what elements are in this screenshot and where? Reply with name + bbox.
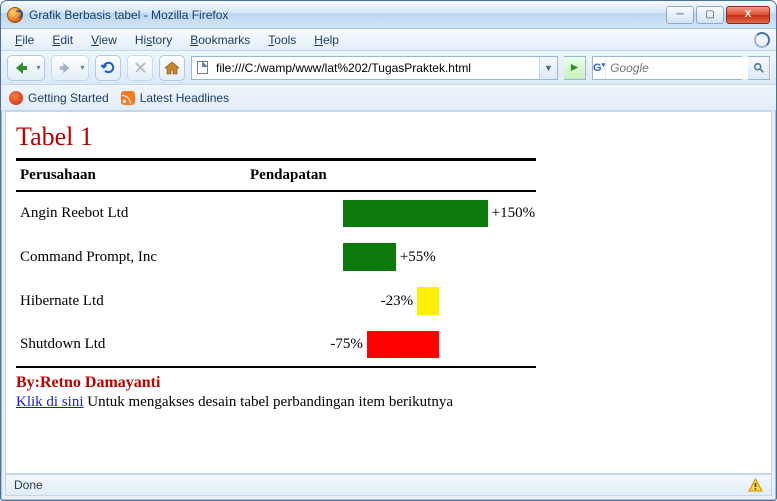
company-cell: Angin Reebot Ltd (16, 191, 246, 235)
nav-toolbar: ▾ ▾ ▼ G▾ (1, 51, 776, 85)
graph-cell: -75% (246, 323, 536, 367)
search-bar: G▾ (592, 56, 742, 80)
forward-history-dropdown[interactable]: ▾ (77, 55, 89, 81)
window-title: Grafik Berbasis tabel - Mozilla Firefox (29, 8, 228, 22)
url-dropdown[interactable]: ▼ (539, 57, 557, 79)
search-button[interactable] (748, 56, 770, 80)
close-button[interactable]: X (726, 6, 770, 24)
maximize-button[interactable]: ▢ (696, 6, 724, 24)
bookmark-label: Latest Headlines (140, 91, 229, 105)
bar-label: +150% (488, 205, 539, 222)
bookmark-icon (9, 91, 23, 105)
table-row: Command Prompt, Inc +55% (16, 235, 536, 279)
bar-label: -23% (377, 293, 418, 310)
menubar: File Edit View History Bookmarks Tools H… (1, 29, 776, 51)
rss-icon (121, 91, 135, 105)
reload-icon (101, 60, 116, 75)
activity-throbber-icon (754, 32, 770, 48)
search-input[interactable] (606, 57, 771, 79)
stop-icon (134, 61, 147, 74)
titlebar: Grafik Berbasis tabel - Mozilla Firefox … (1, 1, 776, 29)
company-cell: Shutdown Ltd (16, 323, 246, 367)
bookmark-latest-headlines[interactable]: Latest Headlines (121, 91, 229, 105)
table-row: Angin Reebot Ltd +150% (16, 191, 536, 235)
home-icon (164, 60, 180, 76)
back-button[interactable] (7, 55, 33, 81)
menu-help[interactable]: Help (306, 31, 347, 49)
graph-cell: -23% (246, 279, 536, 323)
data-table: Perusahaan Pendapatan Angin Reebot Ltd +1… (16, 158, 536, 368)
col-header-income: Pendapatan (246, 160, 536, 192)
url-input[interactable] (212, 57, 539, 79)
stop-button[interactable] (127, 55, 153, 81)
window-frame: Grafik Berbasis tabel - Mozilla Firefox … (0, 0, 777, 501)
back-history-dropdown[interactable]: ▾ (33, 55, 45, 81)
bar (367, 331, 440, 358)
warning-icon (748, 478, 763, 492)
company-cell: Command Prompt, Inc (16, 235, 246, 279)
byline: By:Retno Damayanti (16, 374, 761, 392)
search-icon (753, 62, 765, 74)
arrow-left-icon (13, 60, 29, 76)
url-bar: ▼ (191, 56, 558, 80)
status-text: Done (14, 478, 43, 492)
arrow-right-icon (58, 61, 72, 75)
bar-label: +55% (396, 249, 440, 266)
graph-cell: +55% (246, 235, 536, 279)
search-engine-button[interactable]: G▾ (593, 57, 606, 79)
forward-button[interactable] (51, 55, 77, 81)
go-button[interactable] (564, 56, 586, 80)
bookmark-getting-started[interactable]: Getting Started (9, 91, 109, 105)
menu-edit[interactable]: Edit (44, 31, 81, 49)
menu-file[interactable]: File (7, 31, 42, 49)
page-title: Tabel 1 (16, 122, 761, 152)
bar (343, 200, 488, 227)
bookmarks-toolbar: Getting Started Latest Headlines (1, 85, 776, 111)
menu-tools[interactable]: Tools (260, 31, 304, 49)
company-cell: Hibernate Ltd (16, 279, 246, 323)
page-icon (192, 57, 212, 79)
col-header-company: Perusahaan (16, 160, 246, 192)
table-row: Hibernate Ltd -23% (16, 279, 536, 323)
home-button[interactable] (159, 55, 185, 81)
graph-cell: +150% (246, 191, 536, 235)
menu-bookmarks[interactable]: Bookmarks (182, 31, 258, 49)
bookmark-label: Getting Started (28, 91, 109, 105)
next-link-line: Klik di sini Untuk mengakses desain tabe… (16, 394, 761, 411)
bar-label: -75% (326, 336, 367, 353)
statusbar: Done (5, 474, 772, 496)
reload-button[interactable] (95, 55, 121, 81)
firefox-icon (7, 7, 23, 23)
menu-view[interactable]: View (83, 31, 125, 49)
minimize-button[interactable]: ─ (666, 6, 694, 24)
next-link-tail: Untuk mengakses desain tabel perbandinga… (84, 394, 453, 410)
table-row: Shutdown Ltd -75% (16, 323, 536, 367)
bar (417, 287, 439, 315)
menu-history[interactable]: History (127, 31, 180, 49)
bar (343, 243, 396, 271)
next-link[interactable]: Klik di sini (16, 394, 84, 410)
content-viewport: Tabel 1 Perusahaan Pendapatan Angin Reeb… (5, 111, 772, 474)
go-icon (569, 62, 580, 73)
